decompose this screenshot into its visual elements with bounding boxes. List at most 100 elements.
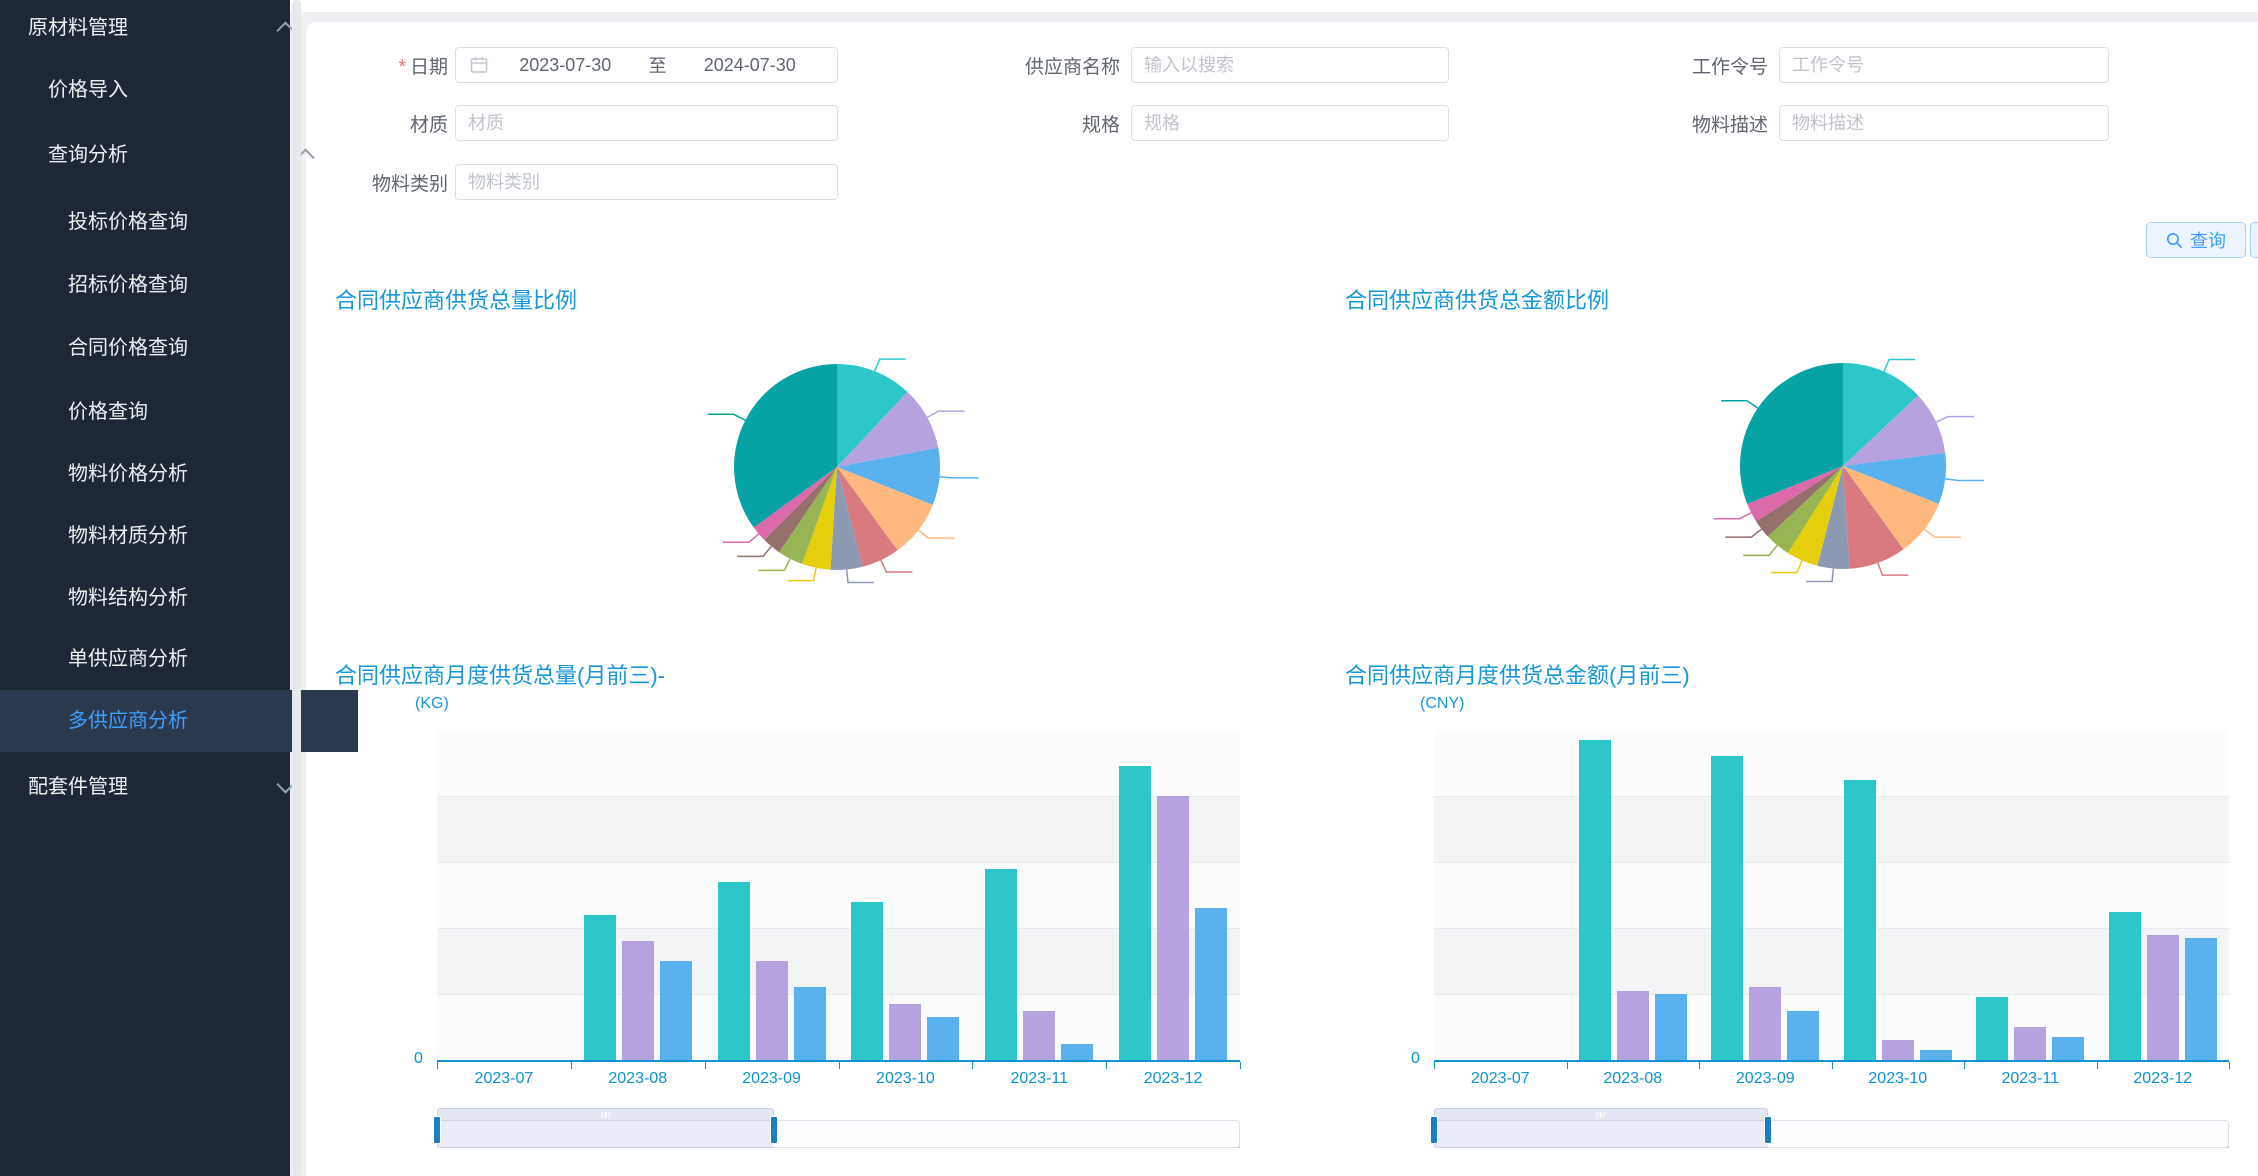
bar — [1976, 997, 2008, 1060]
sidebar-item-single-supplier-analysis[interactable]: 单供应商分析 — [0, 628, 358, 690]
y-axis-unit-cny: (CNY) — [1420, 695, 1464, 713]
content-scrollbar[interactable] — [292, 0, 301, 1176]
pie-label-leader-line — [927, 411, 964, 417]
material-desc-input[interactable] — [1779, 105, 2109, 141]
bar — [1844, 780, 1876, 1061]
data-zoom-handle-right[interactable] — [770, 1116, 778, 1144]
pie-chart-total-amount[interactable] — [1693, 349, 1993, 589]
bar — [1023, 1011, 1055, 1061]
pie-label-leader-line — [1878, 563, 1908, 575]
pie-label-leader-line — [737, 546, 771, 556]
bar — [851, 902, 883, 1060]
x-axis-tick — [1832, 1062, 1833, 1069]
sidebar-item-label: 查询分析 — [48, 144, 128, 166]
spec-label: 规格 — [1006, 110, 1120, 137]
pie-label-leader-line — [723, 534, 759, 542]
pie-label-leader-line — [1714, 513, 1752, 519]
sidebar-item-label: 招标价格查询 — [68, 274, 188, 296]
x-axis-label: 2023-07 — [1434, 1070, 1567, 1088]
pie-label-leader-line — [918, 530, 954, 538]
pie-label-leader-line — [1721, 401, 1758, 408]
sidebar-item-raw-material-mgmt[interactable]: 原材料管理 — [0, 0, 318, 56]
bar — [794, 987, 826, 1060]
sidebar-item-material-price-analysis[interactable]: 物料价格分析 — [0, 443, 358, 505]
material-category-input[interactable] — [455, 164, 838, 200]
required-asterisk: * — [399, 57, 406, 78]
bar — [985, 869, 1017, 1060]
bar — [660, 961, 692, 1060]
query-button[interactable]: 查询 — [2146, 222, 2246, 258]
sidebar-item-label: 物料结构分析 — [68, 587, 188, 609]
pie-chart-total-volume[interactable] — [687, 350, 987, 590]
data-zoom-move-handle[interactable] — [437, 1108, 774, 1121]
data-zoom-handle-right[interactable] — [1764, 1116, 1772, 1144]
material-desc-label: 物料描述 — [1666, 110, 1768, 137]
bar — [1157, 796, 1189, 1060]
secondary-button-partial[interactable] — [2250, 222, 2258, 258]
y-axis-zero-label: 0 — [414, 1050, 423, 1068]
date-range-input[interactable]: 2023-07-30 至 2024-07-30 — [455, 47, 838, 83]
pie-label-leader-line — [758, 559, 790, 571]
data-zoom-selection[interactable] — [437, 1120, 774, 1148]
query-panel-card: *日期 2023-07-30 至 2024-07-30 供应商名称 工作令号 材… — [306, 22, 2258, 1176]
bar — [584, 915, 616, 1060]
material-input[interactable] — [455, 105, 838, 141]
sidebar-item-tender-price-query[interactable]: 招标价格查询 — [0, 254, 358, 316]
x-axis-tick — [839, 1062, 840, 1069]
x-axis-labels: 2023-072023-082023-092023-102023-112023-… — [437, 1070, 1240, 1092]
pie-label-leader-line — [940, 477, 979, 478]
work-order-input[interactable] — [1779, 47, 2109, 83]
x-axis-label: 2023-11 — [1964, 1070, 2097, 1088]
x-axis-label: 2023-11 — [972, 1070, 1106, 1088]
bar — [1787, 1011, 1819, 1061]
sidebar-item-label: 原材料管理 — [28, 17, 128, 39]
sidebar-item-query-analysis[interactable]: 查询分析 — [0, 124, 338, 186]
x-axis-label: 2023-10 — [839, 1070, 973, 1088]
gridline — [1434, 862, 2229, 863]
bar — [2185, 938, 2217, 1060]
top-strip — [290, 0, 2258, 12]
spec-input[interactable] — [1131, 105, 1449, 141]
calendar-icon — [470, 56, 488, 74]
x-axis-label: 2023-09 — [705, 1070, 839, 1088]
data-zoom-slider[interactable] — [1434, 1108, 2229, 1150]
sidebar-item-accessories-mgmt[interactable]: 配套件管理 — [0, 756, 318, 818]
bar-volume-title: 合同供应商月度供货总量(月前三)- — [335, 658, 665, 690]
supplier-name-input[interactable] — [1131, 47, 1449, 83]
x-axis-tick — [705, 1062, 706, 1069]
sidebar-item-multi-supplier-analysis[interactable]: 多供应商分析 — [0, 690, 358, 752]
x-axis-tick — [1434, 1062, 1435, 1069]
grip-dots-icon — [601, 1112, 610, 1118]
data-zoom-move-handle[interactable] — [1434, 1108, 1768, 1121]
bar — [2014, 1027, 2046, 1060]
data-zoom-slider[interactable] — [437, 1108, 1240, 1150]
pie-label-leader-line — [881, 560, 913, 572]
bar-chart-monthly-volume[interactable] — [437, 730, 1240, 1062]
sidebar-item-material-structure-analysis[interactable]: 物料结构分析 — [0, 567, 358, 629]
pie-label-leader-line — [1771, 561, 1802, 573]
bar-chart-monthly-amount[interactable] — [1434, 730, 2229, 1062]
sidebar-item-material-texture-analysis[interactable]: 物料材质分析 — [0, 505, 358, 567]
pie-label-leader-line — [1936, 417, 1974, 423]
pie-label-leader-line — [788, 568, 817, 581]
query-button-label: 查询 — [2190, 227, 2226, 253]
data-zoom-selection[interactable] — [1434, 1120, 1768, 1148]
data-zoom-handle-left[interactable] — [433, 1116, 441, 1144]
bar — [1195, 908, 1227, 1060]
y-axis-unit-kg: (KG) — [415, 695, 449, 713]
sidebar: 原材料管理 价格导入 查询分析 投标价格查询 招标价格查询 合同价格查询 价格查… — [0, 0, 290, 1176]
y-axis-zero-label: 0 — [1411, 1050, 1420, 1068]
x-axis-label: 2023-09 — [1699, 1070, 1832, 1088]
pie-label-leader-line — [847, 570, 874, 583]
bar-amount-title: 合同供应商月度供货总金额(月前三) — [1345, 658, 1690, 690]
bar — [1882, 1040, 1914, 1060]
sidebar-item-price-query[interactable]: 价格查询 — [0, 381, 358, 443]
sidebar-item-bid-price-query[interactable]: 投标价格查询 — [0, 191, 358, 253]
bar — [2052, 1037, 2084, 1060]
data-zoom-handle-left[interactable] — [1430, 1116, 1438, 1144]
pie-volume-title: 合同供应商供货总量比例 — [335, 283, 577, 315]
sidebar-item-price-import[interactable]: 价格导入 — [0, 59, 338, 121]
sidebar-item-contract-price-query[interactable]: 合同价格查询 — [0, 317, 358, 379]
x-axis-label: 2023-08 — [571, 1070, 705, 1088]
bar — [1749, 987, 1781, 1060]
